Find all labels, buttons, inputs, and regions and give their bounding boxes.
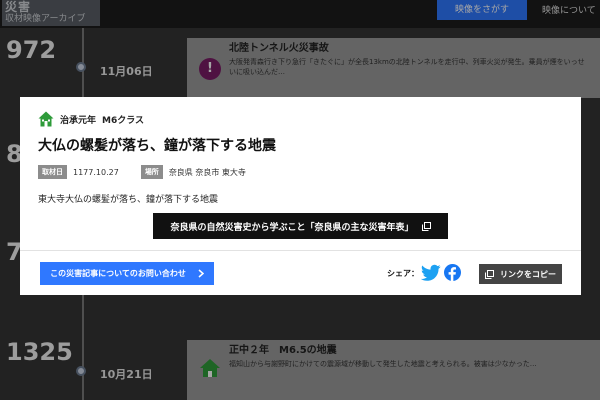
related-button-label: 奈良県の自然災害史から学ぶこと「奈良県の主な災害年表」 [170,222,414,233]
place-value: 奈良県 奈良市 東大寺 [168,167,246,177]
divider [20,250,581,251]
magnitude-label: M6クラス [102,115,145,126]
share-label: シェア： [387,269,419,278]
era-label: 治承元年 [60,115,97,126]
copy-link-label: リンクをコピー [500,269,556,279]
place-tag: 場所 [140,165,163,179]
external-link-icon [421,221,431,231]
meta-row: 取材日 1177.10.27 場所 奈良県 奈良市 東大寺 [38,165,246,179]
date-tag: 取材日 [38,165,67,179]
copy-icon [485,269,494,279]
twitter-icon[interactable] [421,264,441,282]
facebook-icon[interactable] [444,264,461,281]
date-value: 1177.10.27 [73,167,119,177]
contact-button[interactable]: この災害記事についてのお問い合わせ [40,262,214,285]
copy-link-button[interactable]: リンクをコピー [479,264,562,284]
modal-description: 東大寺大仏の螺髪が落ち、鐘が落下する地震 [38,195,219,205]
house-icon [38,111,54,127]
contact-button-label: この災害記事についてのお問い合わせ [50,269,186,278]
era-row: 治承元年 M6クラス [38,111,144,127]
related-chronology-button[interactable]: 奈良県の自然災害史から学ぶこと「奈良県の主な災害年表」 [153,213,448,239]
modal-title: 大仏の螺髪が落ち、鐘が落下する地震 [38,138,276,154]
disaster-detail-modal: 治承元年 M6クラス 大仏の螺髪が落ち、鐘が落下する地震 取材日 1177.10… [20,97,581,295]
chevron-right-icon [198,269,204,278]
